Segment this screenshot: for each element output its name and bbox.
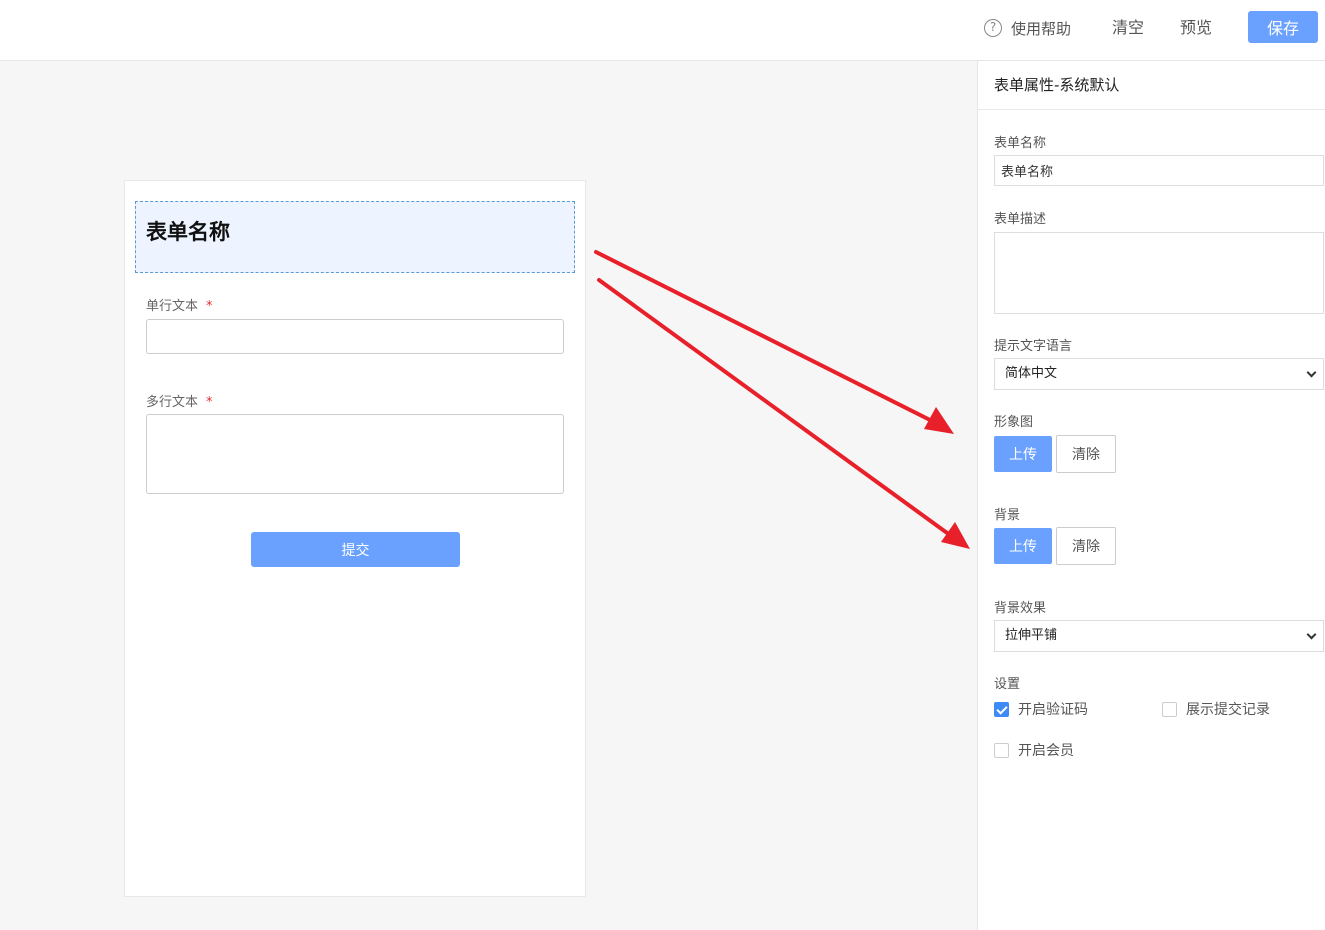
clear-button[interactable]: 清空 — [1112, 16, 1144, 40]
language-label: 提示文字语言 — [994, 339, 1073, 354]
captcha-checkbox[interactable]: 开启验证码 — [994, 699, 1088, 719]
captcha-checkbox-label: 开启验证码 — [1018, 702, 1088, 718]
chevron-down-icon — [1306, 629, 1317, 639]
language-select[interactable]: 简体中文 — [994, 358, 1324, 390]
chevron-down-icon — [1306, 367, 1317, 377]
form-properties-panel: 表单属性-系统默认 表单名称 表单描述 提示文字语言 简体中文 形象图 上传 清… — [977, 61, 1325, 930]
background-effect-select[interactable]: 拉伸平铺 — [994, 620, 1324, 652]
membership-checkbox[interactable]: 开启会员 — [994, 740, 1074, 760]
multi-line-text-label: 多行文本 * — [146, 391, 213, 410]
background-upload-button[interactable]: 上传 — [994, 528, 1052, 564]
form-name-input[interactable] — [994, 155, 1324, 186]
single-line-text-input[interactable] — [146, 319, 564, 354]
required-mark: * — [206, 299, 213, 314]
checkbox-unchecked-icon — [994, 742, 1009, 758]
checkbox-checked-icon — [994, 701, 1009, 717]
top-toolbar: ? 使用帮助 清空 预览 保存 — [0, 0, 1325, 61]
form-preview-card: 表单名称 单行文本 * 多行文本 * 提交 — [124, 180, 586, 897]
show-records-checkbox[interactable]: 展示提交记录 — [1162, 699, 1270, 719]
background-effect-label: 背景效果 — [994, 601, 1047, 616]
help-link[interactable]: ? 使用帮助 — [984, 16, 1071, 40]
form-name-label: 表单名称 — [994, 136, 1047, 151]
multi-line-text-input[interactable] — [146, 414, 564, 494]
checkbox-unchecked-icon — [1162, 701, 1177, 717]
avatar-upload-button[interactable]: 上传 — [994, 436, 1052, 472]
panel-title: 表单属性-系统默认 — [978, 61, 1325, 110]
question-circle-icon: ? — [984, 19, 1002, 37]
design-canvas: 表单名称 单行文本 * 多行文本 * 提交 — [0, 61, 977, 930]
help-label: 使用帮助 — [1011, 19, 1072, 38]
form-title: 表单名称 — [146, 220, 230, 244]
field-label-text: 多行文本 — [146, 395, 199, 410]
single-line-text-label: 单行文本 * — [146, 295, 213, 314]
submit-button[interactable]: 提交 — [251, 532, 460, 567]
preview-button[interactable]: 预览 — [1180, 16, 1212, 40]
show-records-checkbox-label: 展示提交记录 — [1186, 702, 1270, 718]
save-button[interactable]: 保存 — [1248, 11, 1318, 43]
field-label-text: 单行文本 — [146, 299, 199, 314]
membership-checkbox-label: 开启会员 — [1018, 743, 1074, 759]
avatar-clear-button[interactable]: 清除 — [1056, 435, 1116, 473]
avatar-label: 形象图 — [994, 415, 1034, 430]
required-mark: * — [206, 395, 213, 410]
form-header-block[interactable]: 表单名称 — [135, 201, 575, 273]
background-clear-button[interactable]: 清除 — [1056, 527, 1116, 565]
language-select-value: 简体中文 — [1005, 366, 1058, 381]
form-description-input[interactable] — [994, 232, 1324, 314]
form-description-label: 表单描述 — [994, 212, 1047, 227]
settings-label: 设置 — [994, 677, 1021, 692]
background-label: 背景 — [994, 508, 1021, 523]
background-effect-value: 拉伸平铺 — [1005, 628, 1058, 643]
